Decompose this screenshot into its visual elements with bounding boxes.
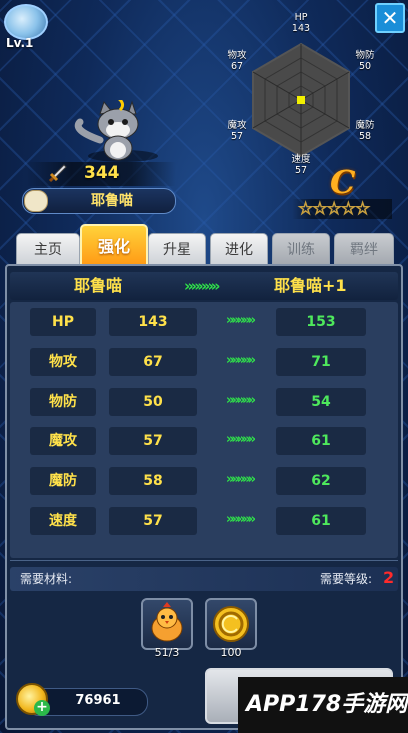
arrow-icon: »»»»» (226, 393, 256, 408)
materials-label: 需要材料: (20, 572, 73, 586)
stat-label: HP (30, 308, 96, 336)
player-level: Lv.1 (6, 36, 34, 50)
radar-label-mdef: 魔防 58 (355, 120, 375, 142)
stat-label: 物防 (30, 388, 96, 416)
player-avatar[interactable] (4, 4, 48, 40)
stat-next: 153 (276, 308, 366, 336)
tab-enhance[interactable]: 强化 (80, 224, 148, 266)
tab-bond[interactable]: 羁绊 (334, 233, 394, 265)
game-screen: Lv.1 ✕ HP 143 物防 50 魔防 58 速度 57 魔攻 57 物攻… (0, 0, 408, 733)
upgrade-arrows-icon: »»»»» (184, 277, 220, 295)
gold-coin-icon (213, 606, 249, 642)
stat-current: 58 (109, 467, 197, 495)
material-slot-chick[interactable] (141, 598, 193, 650)
tab-evolve[interactable]: 进化 (210, 233, 268, 265)
character-name: 耶鲁喵 (91, 193, 133, 209)
radar-label-pdef: 物防 50 (355, 50, 375, 72)
to-character-name: 耶鲁喵+1 (274, 276, 347, 295)
rank-badge: C (330, 163, 356, 201)
stat-current: 57 (109, 507, 197, 535)
stats-radar: HP 143 物防 50 魔防 58 速度 57 魔攻 57 物攻 67 (227, 10, 406, 180)
from-character-name: 耶鲁喵 (74, 276, 123, 295)
stat-current: 67 (109, 348, 197, 376)
star-rating: ☆☆☆☆☆ (297, 199, 370, 220)
arrow-icon: »»»»» (226, 472, 256, 487)
required-level-label: 需要等级: (320, 572, 373, 586)
tab-star-up[interactable]: 升星 (148, 233, 206, 265)
stat-current: 143 (109, 308, 197, 336)
arrow-icon: »»»»» (226, 512, 256, 527)
material-count: 51/3 (154, 646, 180, 659)
add-gold-button[interactable]: + (34, 700, 50, 716)
stat-next: 54 (276, 388, 366, 416)
stat-label: 魔攻 (30, 427, 96, 455)
cat-character-sprite[interactable] (66, 100, 162, 162)
chick-icon (151, 602, 183, 642)
stat-label: 速度 (30, 507, 96, 535)
required-level-value: 2 (383, 568, 395, 587)
stat-row-matk: 魔攻 57 »»»»» 61 (14, 427, 394, 455)
sword-icon (48, 164, 67, 183)
stat-next: 61 (276, 507, 366, 535)
stat-next: 71 (276, 348, 366, 376)
arrow-icon: »»»»» (226, 353, 256, 368)
radar-chart (252, 42, 350, 158)
divider (10, 560, 398, 561)
watermark-logo: APP178手游网 (238, 677, 408, 733)
material-slot-gold[interactable] (205, 598, 257, 650)
stat-label: 魔防 (30, 467, 96, 495)
radar-value-shape (297, 96, 305, 104)
paw-icon (24, 190, 48, 212)
tab-training[interactable]: 训练 (272, 233, 330, 265)
combat-power: 344 (84, 163, 120, 183)
stat-row-spd: 速度 57 »»»»» 61 (14, 507, 394, 535)
stat-current: 57 (109, 427, 197, 455)
radar-label-spd: 速度 57 (291, 154, 311, 176)
tab-home[interactable]: 主页 (16, 233, 80, 265)
gold-balance: 76961 (75, 693, 121, 708)
material-count: 100 (220, 646, 242, 659)
stat-label: 物攻 (30, 348, 96, 376)
stat-next: 62 (276, 467, 366, 495)
arrow-icon: »»»»» (226, 313, 256, 328)
stat-current: 50 (109, 388, 197, 416)
stat-next: 61 (276, 427, 366, 455)
stat-row-patk: 物攻 67 »»»»» 71 (14, 348, 394, 376)
stat-row-pdef: 物防 50 »»»»» 54 (14, 388, 394, 416)
radar-label-matk: 魔攻 57 (227, 120, 247, 142)
stat-row-mdef: 魔防 58 »»»»» 62 (14, 467, 394, 495)
radar-label-patk: 物攻 67 (227, 50, 247, 72)
arrow-icon: »»»»» (226, 432, 256, 447)
radar-label-hp: HP 143 (291, 12, 311, 34)
stat-row-hp: HP 143 »»»»» 153 (14, 308, 394, 336)
